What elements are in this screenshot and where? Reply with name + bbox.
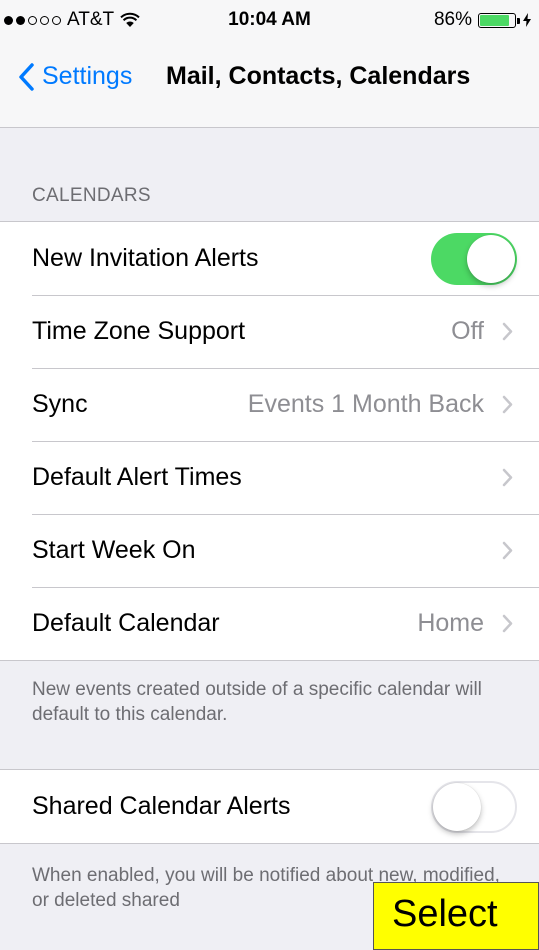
cell-label: Sync [32,390,88,418]
chevron-right-icon [502,468,513,487]
cell-default-calendar[interactable]: Default Calendar Home [0,587,539,660]
cell-label: Start Week On [32,536,196,564]
toggle-knob [433,782,481,831]
cell-shared-calendar-alerts: Shared Calendar Alerts [0,770,539,843]
battery-level [480,14,510,26]
page-title: Mail, Contacts, Calendars [166,62,471,90]
cell-default-alert-times[interactable]: Default Alert Times [0,441,539,514]
battery-icon [478,12,520,28]
cell-start-week-on[interactable]: Start Week On [0,514,539,587]
cell-time-zone-support[interactable]: Time Zone Support Off [0,295,539,368]
toggle-knob [467,234,515,283]
chevron-right-icon [502,322,513,341]
cell-label: Default Alert Times [32,463,242,491]
charging-bolt-icon [523,13,531,27]
cell-label: Time Zone Support [32,317,246,345]
navigation-bar: Settings Mail, Contacts, Calendars [0,40,539,128]
cell-sync[interactable]: Sync Events 1 Month Back [0,368,539,441]
shared-alerts-group: Shared Calendar Alerts [0,769,539,844]
status-right: 86% [434,9,531,31]
chevron-left-icon [19,62,34,91]
section-header-calendars: CALENDARS [32,185,151,206]
calendars-group: New Invitation Alerts Time Zone Support … [0,221,539,661]
settings-screen: AT&T 10:04 AM 86% Settings Mail, Contact… [0,0,539,950]
chevron-right-icon [502,395,513,414]
shared-calendar-alerts-toggle[interactable] [431,780,517,833]
cell-value: Home [417,609,484,637]
cell-value: Events 1 Month Back [247,390,484,418]
cell-label: New Invitation Alerts [32,244,259,272]
cell-label: Default Calendar [32,609,220,637]
new-invitation-alerts-toggle[interactable] [431,232,517,285]
cell-new-invitation-alerts: New Invitation Alerts [0,222,539,295]
chevron-right-icon [502,614,513,633]
chevron-right-icon [502,541,513,560]
back-button-label: Settings [42,62,133,90]
cell-value: Off [451,317,484,345]
battery-percent: 86% [433,9,472,30]
status-bar: AT&T 10:04 AM 86% [0,0,539,40]
back-button[interactable]: Settings [18,62,132,91]
cell-label: Shared Calendar Alerts [32,792,291,820]
default-calendar-footer: New events created outside of a specific… [32,679,482,725]
select-overlay-button[interactable]: Select [373,882,539,950]
